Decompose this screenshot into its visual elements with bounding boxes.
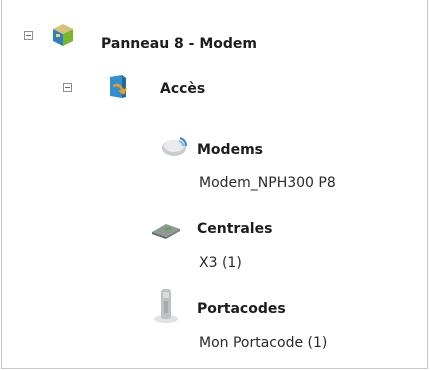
panel-icon xyxy=(53,24,73,46)
category-label: Portacodes xyxy=(197,301,286,317)
access-door-icon xyxy=(110,75,127,98)
collapse-toggle-icon[interactable] xyxy=(24,31,33,40)
tree-leaf-item[interactable]: Mon Portacode (1) xyxy=(199,335,327,351)
category-label: Modems xyxy=(197,142,263,158)
central-unit-icon xyxy=(152,224,180,239)
category-label: Centrales xyxy=(197,221,273,237)
tree-node-label: Panneau 8 - Modem xyxy=(101,36,258,52)
tree-leaf-item[interactable]: Modem_NPH300 P8 xyxy=(199,175,336,191)
tree-leaf-item[interactable]: X3 (1) xyxy=(199,255,242,271)
modem-icon xyxy=(162,137,187,156)
tree-node-label: Accès xyxy=(160,81,206,97)
collapse-toggle-icon[interactable] xyxy=(63,83,72,92)
portacode-icon xyxy=(154,289,178,323)
